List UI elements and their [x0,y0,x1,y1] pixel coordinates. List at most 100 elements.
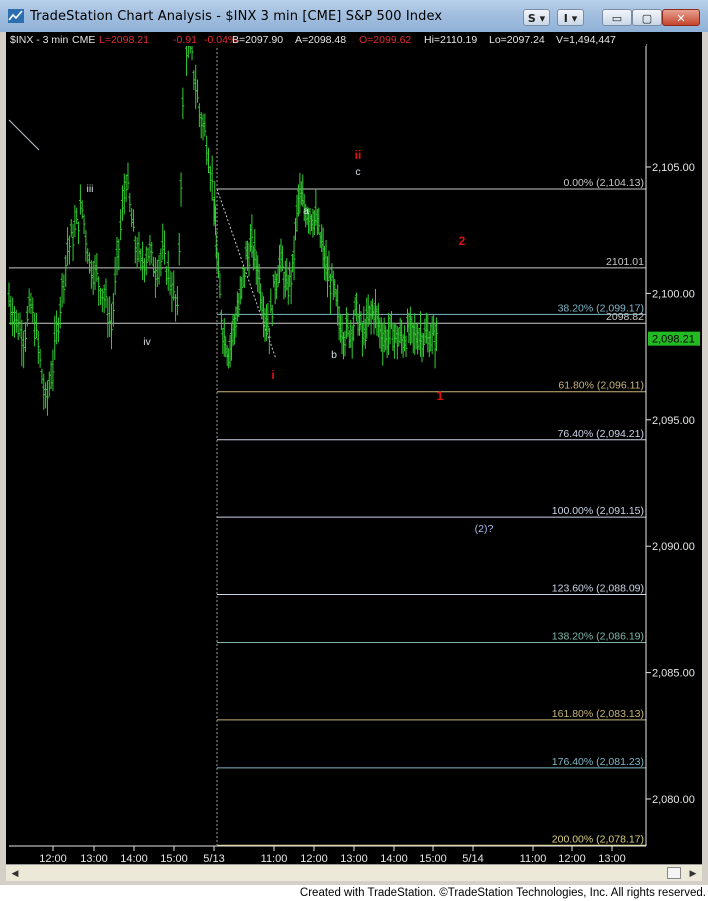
close-button[interactable]: ✕ [662,9,700,26]
x-tick-label: 13:00 [598,853,626,864]
minimize-icon: ▭ [611,12,623,25]
y-tick-label: 2,080.00 [652,794,695,806]
x-tick-label: 11:00 [520,853,547,864]
price-bar [27,288,31,314]
price-bar [36,330,40,364]
price-chart[interactable]: 0.00% (2,104.13)2101.0138.20% (2,099.17)… [6,32,702,864]
price-bar [177,232,181,266]
x-tick-label: 15:00 [419,853,447,864]
price-bar [163,230,167,265]
price-bar [126,162,130,190]
price-bar [77,221,81,245]
status-high: Hi=2110.19 [424,34,477,46]
wave-label: 1 [437,389,444,403]
price-bar [152,256,156,277]
title-bar[interactable]: TradeStation Chart Analysis - $INX 3 min… [0,0,708,32]
wave-label: iii [87,183,94,195]
price-bar [93,254,97,290]
y-tick-label: 2,095.00 [652,415,695,427]
i-button-label: I [563,12,568,25]
price-bar [157,254,161,285]
price-bar [73,204,77,237]
close-icon: ✕ [676,12,686,25]
scroll-left-arrow-icon[interactable]: ◀ [8,867,22,879]
y-tick-label: 2,090.00 [652,541,695,553]
maximize-icon: ▢ [641,12,653,25]
price-bar [219,309,223,331]
price-bar [33,313,37,347]
price-bar [51,349,55,391]
price-bar [166,250,170,291]
window-title: TradeStation Chart Analysis - $INX 3 min… [30,9,443,24]
chart-app-icon [8,9,24,23]
fib-level-label: 161.80% (2,083.13) [552,708,644,720]
status-exchange: CME [72,34,95,46]
maximize-button[interactable]: ▢ [632,9,662,26]
horizontal-scrollbar[interactable]: ◀ ▶ [6,864,702,881]
price-bar [38,348,42,368]
price-bar [117,239,121,271]
price-bar [56,317,60,343]
price-bar [44,382,48,409]
price-bar [97,276,101,306]
price-bar [135,237,139,269]
price-bar [40,368,44,384]
price-bar [159,248,163,277]
price-bar [142,258,146,283]
i-menu-button[interactable]: I ▾ [557,9,584,26]
price-bar [128,192,132,213]
price-bar [137,231,141,263]
price-bar [155,259,159,287]
price-bar [161,223,165,260]
price-bar [197,103,201,128]
price-bar [102,284,106,314]
x-tick-label: 5/14 [462,853,483,864]
fib-level-label: 200.00% (2,078.17) [552,833,644,845]
fib-level-label: 2098.82 [606,311,644,323]
last-price-label: 2,098.21 [652,334,695,346]
price-bar [148,234,152,266]
price-bar [31,297,35,323]
price-bar [55,310,59,345]
x-tick-label: 12:00 [558,853,586,864]
wave-label: (2)? [475,523,494,535]
price-bar [82,214,86,235]
chart-area[interactable]: 0.00% (2,104.13) 2101.01 38.20% (2,099.17)… [6,32,702,864]
price-bar [84,229,88,262]
price-bar [139,248,143,271]
fib-level-label: 0.00% (2,104.13) [563,177,644,189]
price-bar [208,165,212,192]
price-bar [113,256,117,296]
wave-label: b [331,349,337,361]
x-tick-label: 15:00 [160,853,188,864]
s-menu-button[interactable]: S ▾ [523,9,550,26]
price-bar [89,260,93,289]
price-bar [194,64,198,110]
scroll-right-arrow-icon[interactable]: ▶ [686,867,700,879]
minimize-button[interactable]: ▭ [602,9,632,26]
price-bar [144,246,148,276]
price-bar [192,70,196,90]
y-tick-label: 2,085.00 [652,668,695,680]
fib-level-label: 138.20% (2,086.19) [552,631,644,643]
price-bar [69,219,73,237]
price-bar [11,297,15,337]
price-bar [34,312,38,339]
x-tick-label: 14:00 [120,853,148,864]
price-bar [131,209,135,232]
price-bar [205,135,209,165]
s-button-label: S [527,12,536,25]
fib-level-label: 176.40% (2,081.23) [552,756,644,768]
price-bar [22,330,26,369]
price-bar [49,360,53,389]
price-bar [111,292,115,327]
price-bar [170,272,174,313]
status-volume: V=1,494,447 [556,34,616,46]
price-bar [64,255,68,287]
price-bar [9,295,13,326]
x-tick-label: 12:00 [39,853,67,864]
price-bar [150,241,154,264]
fib-level-label: 100.00% (2,091.15) [552,505,644,517]
wave-label: iv [143,336,151,348]
scroll-thumb[interactable] [667,867,681,879]
